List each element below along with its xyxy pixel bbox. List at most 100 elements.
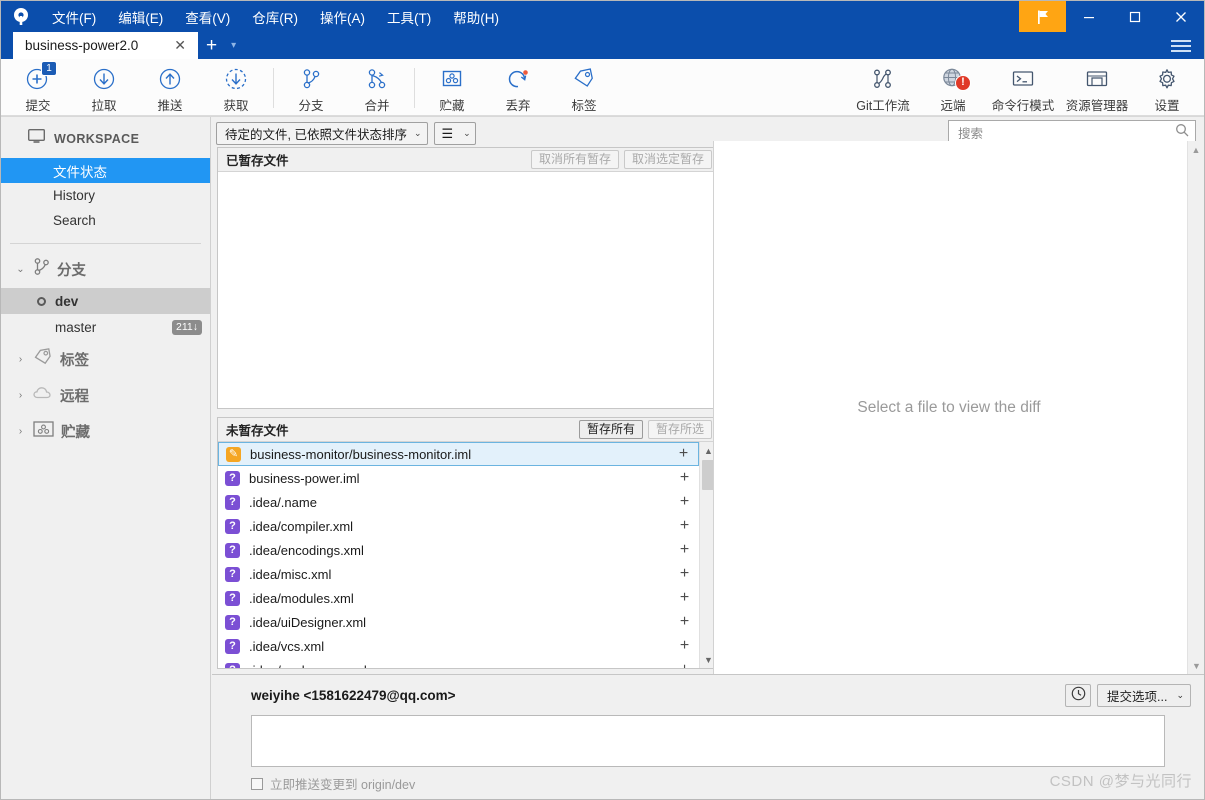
toolbar-discard-button[interactable]: 丢弃 [485, 59, 551, 116]
file-row[interactable]: ? .idea/compiler.xml + [218, 514, 699, 538]
new-tab-button[interactable]: + [198, 32, 225, 59]
stage-selected-button[interactable]: 暂存所选 [647, 420, 712, 439]
chevron-right-icon[interactable]: › [15, 390, 26, 401]
toolbar-push-button[interactable]: 推送 [137, 59, 203, 116]
merge-icon [364, 65, 390, 92]
toolbar-discard-label: 丢弃 [505, 99, 531, 113]
toolbar-gitflow-button[interactable]: Git工作流 [846, 59, 920, 116]
toolbar-fetch-button[interactable]: 获取 [203, 59, 269, 116]
toolbar-merge-button[interactable]: 合并 [344, 59, 410, 116]
file-row[interactable]: ? .idea/uiDesigner.xml + [218, 610, 699, 634]
toolbar-pull-label: 拉取 [91, 99, 117, 113]
chevron-down-icon[interactable]: ⌄ [15, 264, 26, 275]
stage-file-button[interactable]: + [676, 493, 693, 511]
menu-file[interactable]: 文件(F) [41, 3, 107, 31]
chevron-down-icon[interactable]: ⌄ [1176, 690, 1184, 701]
menu-edit[interactable]: 编辑(E) [107, 3, 174, 31]
sort-order-dropdown[interactable]: 待定的文件, 已依照文件状态排序 ⌄ [216, 122, 428, 145]
staged-panel-title: 已暂存文件 [226, 154, 289, 168]
stage-file-button[interactable]: + [676, 541, 693, 559]
file-row[interactable]: ? .idea/misc.xml + [218, 562, 699, 586]
sidebar-item-file-status[interactable]: 文件状态 [1, 158, 210, 183]
tab-close-icon[interactable]: ✕ [171, 37, 189, 54]
flag-button[interactable] [1019, 1, 1066, 32]
close-button[interactable] [1158, 1, 1204, 32]
toolbar-tag-button[interactable]: 标签 [551, 59, 617, 116]
diff-scrollbar[interactable]: ▲ ▼ [1187, 141, 1204, 674]
file-row[interactable]: ? .idea/encodings.xml + [218, 538, 699, 562]
stage-file-button[interactable]: + [676, 637, 693, 655]
maximize-button[interactable] [1112, 1, 1158, 32]
sidebar-section-label: 分支 [57, 262, 86, 279]
toolbar-branch-button[interactable]: 分支 [278, 59, 344, 116]
diff-panel: Select a file to view the diff ▲ ▼ [713, 141, 1204, 674]
file-row[interactable]: ? .idea/.name + [218, 490, 699, 514]
menu-view[interactable]: 查看(V) [174, 3, 241, 31]
menu-tools[interactable]: 工具(T) [376, 3, 442, 31]
toolbar-separator-2 [414, 67, 415, 108]
menu-help[interactable]: 帮助(H) [442, 3, 510, 31]
chevron-right-icon[interactable]: › [15, 426, 26, 437]
diff-scroll-up-icon[interactable]: ▲ [1188, 141, 1204, 158]
sort-order-label: 待定的文件, 已依照文件状态排序 [225, 128, 407, 142]
commit-message-input[interactable] [251, 715, 1165, 767]
toolbar-explorer-button[interactable]: 资源管理器 [1060, 59, 1134, 116]
file-row[interactable]: ? .idea/workspace.xml+ [218, 658, 699, 668]
stage-file-button[interactable]: + [676, 613, 693, 631]
toolbar-settings-button[interactable]: 设置 [1134, 59, 1200, 116]
stage-file-button[interactable]: + [676, 661, 693, 668]
sidebar-branch-master[interactable]: master 211↓ [1, 314, 210, 340]
hamburger-menu-icon[interactable] [1168, 36, 1194, 56]
unstaged-files-list[interactable]: ✎ business-monitor/business-monitor.iml +?… [218, 442, 699, 668]
tab-dropdown-caret-icon[interactable]: ▾ [225, 32, 242, 59]
stage-file-button[interactable]: + [676, 517, 693, 535]
sidebar-section-stashes[interactable]: › 贮藏 [1, 413, 210, 450]
push-immediately-checkbox[interactable] [251, 777, 263, 790]
menu-actions[interactable]: 操作(A) [309, 3, 376, 31]
sidebar-item-history[interactable]: History [1, 183, 210, 208]
stage-file-button[interactable]: + [676, 589, 693, 607]
stage-all-button[interactable]: 暂存所有 [578, 420, 643, 439]
menu-repository[interactable]: 仓库(R) [241, 3, 309, 31]
sidebar-branch-dev[interactable]: dev [1, 288, 210, 314]
unstage-all-button[interactable]: 取消所有暂存 [530, 150, 619, 169]
chevron-down-icon[interactable]: ⌄ [463, 128, 471, 139]
commit-history-button[interactable] [1065, 684, 1092, 707]
unstaged-panel-header: 未暂存文件 暂存所有 暂存所选 [218, 418, 716, 442]
sidebar-item-search[interactable]: Search [1, 208, 210, 233]
diff-scroll-down-icon[interactable]: ▼ [1188, 657, 1205, 674]
toolbar-pull-button[interactable]: 拉取 [71, 59, 137, 116]
file-row[interactable]: ? .idea/modules.xml + [218, 586, 699, 610]
toolbar-explorer-label: 资源管理器 [1065, 99, 1129, 113]
cloud-icon [33, 385, 53, 406]
toolbar-stash-button[interactable]: 贮藏 [419, 59, 485, 116]
file-row[interactable]: ? business-power.iml + [218, 466, 699, 490]
toolbar-separator-1 [273, 67, 274, 108]
commit-options-button[interactable]: 提交选项... ⌄ [1097, 684, 1191, 707]
search-icon[interactable] [1175, 123, 1189, 142]
toolbar-terminal-button[interactable]: 命令行模式 [986, 59, 1060, 116]
unstage-selected-button[interactable]: 取消选定暂存 [623, 150, 712, 169]
toolbar-commit-button[interactable]: 1 提交 [5, 59, 71, 116]
stage-file-button[interactable]: + [676, 565, 693, 583]
toolbar-remote-button[interactable]: ! 远端 [920, 59, 986, 116]
gear-icon [1154, 65, 1180, 92]
stage-file-button[interactable]: + [676, 469, 693, 487]
staged-files-list[interactable] [218, 172, 716, 408]
file-row[interactable]: ? .idea/vcs.xml + [218, 634, 699, 658]
window-controls [1019, 1, 1204, 32]
sidebar-section-tags[interactable]: › 标签 [1, 340, 210, 378]
stage-file-button[interactable]: + [675, 445, 692, 463]
tab-business-power2[interactable]: business-power2.0 ✕ [13, 32, 198, 59]
view-mode-dropdown[interactable]: ☰ ⌄ [433, 122, 476, 145]
branch-behind-badge: 211↓ [172, 319, 202, 335]
sidebar-section-remotes[interactable]: › 远程 [1, 378, 210, 413]
chevron-right-icon[interactable]: › [15, 354, 26, 365]
chevron-down-icon[interactable]: ⌄ [414, 128, 422, 139]
file-row[interactable]: ✎ business-monitor/business-monitor.iml + [218, 442, 699, 466]
untracked-file-icon: ? [225, 518, 240, 534]
minimize-button[interactable] [1066, 1, 1112, 32]
search-input[interactable]: 搜索 [958, 123, 1175, 142]
monitor-icon [27, 128, 46, 149]
sidebar-section-branches[interactable]: ⌄ 分支 [1, 250, 210, 288]
